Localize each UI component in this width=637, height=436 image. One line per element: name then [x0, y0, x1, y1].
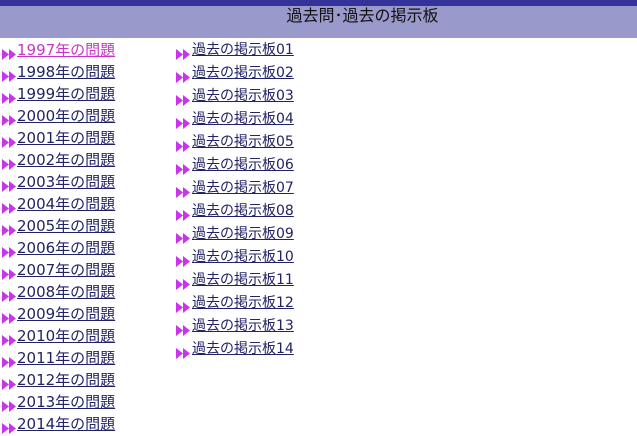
year-link-2010[interactable]: 2010年の問題: [17, 327, 115, 345]
double-arrow-icon: [176, 348, 190, 359]
double-arrow-icon: [176, 72, 190, 83]
double-arrow-icon: [2, 203, 16, 214]
year-link-1997[interactable]: 1997年の問題: [17, 41, 115, 59]
double-arrow-icon: [2, 181, 16, 192]
year-link-2000[interactable]: 2000年の問題: [17, 107, 115, 125]
board-link-03[interactable]: 過去の掲示板03: [192, 88, 294, 105]
board-link-05[interactable]: 過去の掲示板05: [192, 134, 294, 151]
year-link-2004[interactable]: 2004年の問題: [17, 195, 115, 213]
year-link-2002[interactable]: 2002年の問題: [17, 151, 115, 169]
double-arrow-icon: [2, 115, 16, 126]
double-arrow-icon: [2, 401, 16, 412]
board-link-02[interactable]: 過去の掲示板02: [192, 65, 294, 82]
year-link-2006[interactable]: 2006年の問題: [17, 239, 115, 257]
year-link-1998[interactable]: 1998年の問題: [17, 63, 115, 81]
year-link-2012[interactable]: 2012年の問題: [17, 371, 115, 389]
double-arrow-icon: [2, 225, 16, 236]
double-arrow-icon: [176, 164, 190, 175]
double-arrow-icon: [176, 256, 190, 267]
board-link-04[interactable]: 過去の掲示板04: [192, 111, 294, 128]
double-arrow-icon: [2, 291, 16, 302]
year-link-2011[interactable]: 2011年の問題: [17, 349, 115, 367]
double-arrow-icon: [2, 379, 16, 390]
double-arrow-icon: [176, 49, 190, 60]
year-link-2009[interactable]: 2009年の問題: [17, 305, 115, 323]
double-arrow-icon: [2, 159, 16, 170]
board-link-08[interactable]: 過去の掲示板08: [192, 203, 294, 220]
double-arrow-icon: [176, 233, 190, 244]
double-arrow-icon: [2, 247, 16, 258]
double-arrow-icon: [176, 141, 190, 152]
board-link-14[interactable]: 過去の掲示板14: [192, 341, 294, 358]
board-link-09[interactable]: 過去の掲示板09: [192, 226, 294, 243]
board-link-01[interactable]: 過去の掲示板01: [192, 42, 294, 59]
double-arrow-icon: [176, 302, 190, 313]
double-arrow-icon: [2, 357, 16, 368]
year-link-2014[interactable]: 2014年の問題: [17, 415, 115, 433]
double-arrow-icon: [176, 187, 190, 198]
year-link-2013[interactable]: 2013年の問題: [17, 393, 115, 411]
year-link-2005[interactable]: 2005年の問題: [17, 217, 115, 235]
year-link-2001[interactable]: 2001年の問題: [17, 129, 115, 147]
year-link-2003[interactable]: 2003年の問題: [17, 173, 115, 191]
double-arrow-icon: [2, 93, 16, 104]
board-link-06[interactable]: 過去の掲示板06: [192, 157, 294, 174]
double-arrow-icon: [176, 118, 190, 129]
double-arrow-icon: [2, 71, 16, 82]
year-link-1999[interactable]: 1999年の問題: [17, 85, 115, 103]
board-link-11[interactable]: 過去の掲示板11: [192, 272, 294, 289]
double-arrow-icon: [2, 269, 16, 280]
page-header: 過去問･過去の掲示板: [0, 6, 637, 38]
double-arrow-icon: [2, 49, 16, 60]
double-arrow-icon: [2, 137, 16, 148]
board-link-07[interactable]: 過去の掲示板07: [192, 180, 294, 197]
double-arrow-icon: [176, 210, 190, 221]
double-arrow-icon: [2, 335, 16, 346]
double-arrow-icon: [2, 313, 16, 324]
page-title: 過去問･過去の掲示板: [286, 6, 439, 25]
board-link-13[interactable]: 過去の掲示板13: [192, 318, 294, 335]
double-arrow-icon: [176, 95, 190, 106]
year-link-2007[interactable]: 2007年の問題: [17, 261, 115, 279]
double-arrow-icon: [176, 325, 190, 336]
board-link-10[interactable]: 過去の掲示板10: [192, 249, 294, 266]
double-arrow-icon: [176, 279, 190, 290]
year-link-2008[interactable]: 2008年の問題: [17, 283, 115, 301]
board-link-12[interactable]: 過去の掲示板12: [192, 295, 294, 312]
